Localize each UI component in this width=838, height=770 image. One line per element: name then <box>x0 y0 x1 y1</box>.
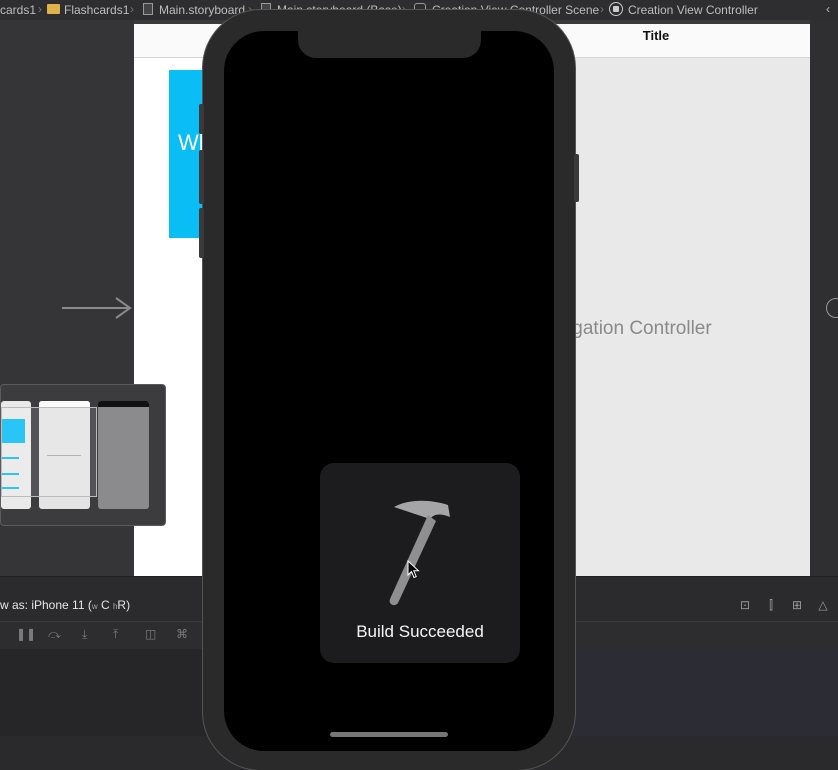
breadcrumb-item-controller[interactable]: Creation View Controller <box>628 3 758 17</box>
device-notch <box>298 31 481 58</box>
entry-point-arrow-icon[interactable] <box>62 296 132 320</box>
navigation-controller-label: avigation Controller <box>548 318 712 339</box>
view-as-suffix: ) <box>126 598 131 612</box>
storyboard-file-icon <box>143 3 153 15</box>
nav-title: Title <box>642 28 670 43</box>
home-indicator[interactable] <box>330 732 448 737</box>
chevron-left-icon[interactable]: ‹ <box>826 2 830 16</box>
view-as-button[interactable]: w as: iPhone 11 (w C hR) <box>0 598 130 612</box>
size-class-w: w <box>91 602 98 611</box>
view-hierarchy-icon[interactable]: ◫ <box>145 627 156 641</box>
mute-switch <box>199 104 204 134</box>
minimap-viewport[interactable] <box>1 407 97 497</box>
pause-icon[interactable]: ❚❚ <box>16 627 36 641</box>
build-status-message: Build Succeeded <box>356 622 484 641</box>
resolve-issues-icon[interactable]: △ <box>815 597 831 613</box>
folder-icon <box>47 4 60 14</box>
size-class-c: C <box>100 598 110 612</box>
view-controller-icon <box>609 2 623 16</box>
step-over-icon[interactable]: ⤼ <box>48 627 61 642</box>
chevron-right-icon: › <box>130 2 134 16</box>
add-constraints-icon[interactable]: ⊞ <box>789 597 805 613</box>
chevron-right-icon: › <box>600 2 604 16</box>
size-class-r: R <box>117 598 127 612</box>
minimap-scene-3[interactable] <box>98 401 149 509</box>
hammer-icon <box>389 500 450 606</box>
view-as-prefix: w as: iPhone 11 ( <box>0 598 92 612</box>
breadcrumb-item-file[interactable]: Main.storyboard <box>159 3 245 17</box>
step-into-icon[interactable]: ⤓ <box>82 627 87 642</box>
volume-up-button <box>199 150 204 204</box>
chevron-right-icon: › <box>38 2 42 16</box>
step-out-icon[interactable]: ⤒ <box>113 627 118 642</box>
update-frames-icon[interactable]: ⊡ <box>737 597 753 613</box>
memory-graph-icon[interactable]: ⌘ <box>176 627 188 641</box>
breadcrumb-item-folder[interactable]: Flashcards1 <box>64 3 129 17</box>
breadcrumb-item-project[interactable]: cards1 <box>0 3 36 17</box>
navigation-controller-scene[interactable] <box>548 58 810 576</box>
storyboard-minimap[interactable] <box>0 384 166 526</box>
variables-view[interactable] <box>570 649 838 736</box>
mouse-cursor-icon <box>407 560 420 579</box>
power-button <box>574 154 579 202</box>
align-icon[interactable]: ⫿ <box>763 597 779 613</box>
volume-down-button <box>199 208 204 258</box>
